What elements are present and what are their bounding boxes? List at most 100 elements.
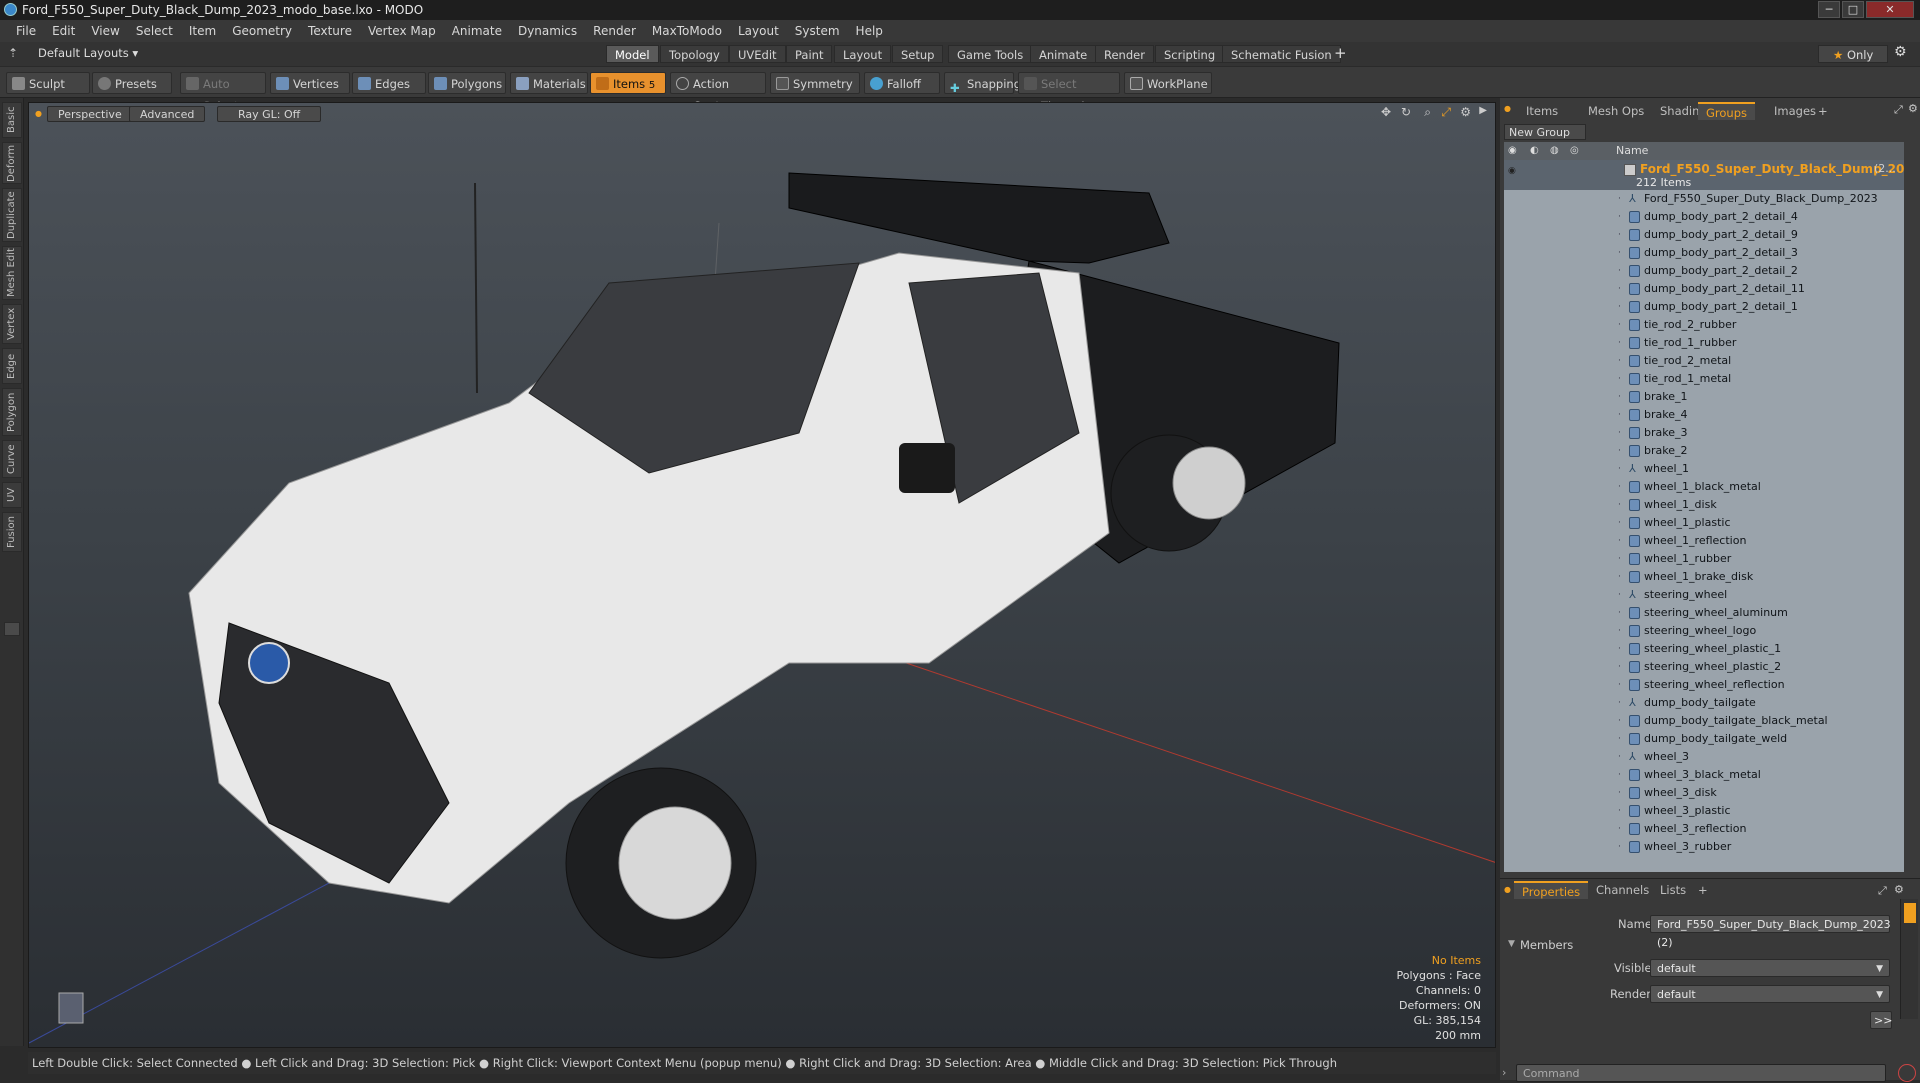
list-item[interactable]: · ⅄ wheel_1 xyxy=(1504,460,1904,478)
vtab-deform[interactable]: Deform xyxy=(2,142,22,184)
workplane-button[interactable]: WorkPlane xyxy=(1124,72,1212,94)
more-button[interactable]: >> xyxy=(1870,1011,1892,1029)
menu-item[interactable]: Item xyxy=(181,24,224,38)
list-item[interactable]: · dump_body_part_2_detail_11 xyxy=(1504,280,1904,298)
gear-icon[interactable]: ⚙ xyxy=(1894,44,1907,60)
list-item[interactable]: · wheel_1_brake_disk xyxy=(1504,568,1904,586)
group-eye-icon[interactable]: ◉ xyxy=(1508,162,1518,176)
falloff-button[interactable]: Falloff xyxy=(864,72,940,94)
action-center-button[interactable]: Action Center xyxy=(670,72,766,113)
menu-maxtomodo[interactable]: MaxToModo xyxy=(644,24,730,38)
edges-button[interactable]: Edges 2 xyxy=(352,72,426,113)
menu-edit[interactable]: Edit xyxy=(44,24,83,38)
list-item[interactable]: · tie_rod_1_rubber xyxy=(1504,334,1904,352)
menu-system[interactable]: System xyxy=(787,24,848,38)
list-item[interactable]: · steering_wheel_plastic_1 xyxy=(1504,640,1904,658)
menu-help[interactable]: Help xyxy=(848,24,891,38)
vtab-basic[interactable]: Basic xyxy=(2,102,22,138)
list-item[interactable]: · wheel_3_plastic xyxy=(1504,802,1904,820)
items-button[interactable]: Items 5 xyxy=(590,72,666,94)
list-item[interactable]: · wheel_3_disk xyxy=(1504,784,1904,802)
menu-view[interactable]: View xyxy=(83,24,127,38)
vtab-vertex[interactable]: Vertex xyxy=(2,304,22,344)
tab-lists[interactable]: Lists xyxy=(1652,881,1694,899)
list-item[interactable]: · wheel_1_rubber xyxy=(1504,550,1904,568)
group-row[interactable]: ◉ Ford_F550_Super_Duty_Black_Dump_2023 (… xyxy=(1504,160,1904,190)
tab-game-tools[interactable]: Game Tools xyxy=(948,45,1033,63)
vtab-edge[interactable]: Edge xyxy=(2,348,22,384)
menu-animate[interactable]: Animate xyxy=(444,24,510,38)
list-item[interactable]: · brake_2 xyxy=(1504,442,1904,460)
panel-menu-icon[interactable]: ● xyxy=(1504,104,1511,113)
vtab-polygon[interactable]: Polygon xyxy=(2,388,22,436)
list-item[interactable]: · brake_3 xyxy=(1504,424,1904,442)
members-collapse-icon[interactable]: ▼ xyxy=(1508,939,1515,949)
tab-items[interactable]: Items xyxy=(1518,102,1566,120)
auto-select-button[interactable]: Auto Select xyxy=(180,72,266,113)
vtab-mesh-edit[interactable]: Mesh Edit xyxy=(2,246,22,300)
list-item[interactable]: · dump_body_part_2_detail_1 xyxy=(1504,298,1904,316)
select-through-button[interactable]: Select Through xyxy=(1018,72,1120,113)
maximize-button[interactable]: □ xyxy=(1842,1,1864,18)
list-item[interactable]: · dump_body_part_2_detail_2 xyxy=(1504,262,1904,280)
visible-dropdown[interactable]: default ▼ xyxy=(1650,959,1890,977)
list-item[interactable]: · steering_wheel_reflection xyxy=(1504,676,1904,694)
tab-setup[interactable]: Setup xyxy=(892,45,944,63)
tab-schematic-fusion[interactable]: Schematic Fusion xyxy=(1222,45,1341,63)
tab-mesh-ops[interactable]: Mesh Ops xyxy=(1580,102,1652,120)
strip-toggle-button[interactable] xyxy=(4,622,20,636)
props-side-tab-active[interactable] xyxy=(1904,903,1916,923)
name-field[interactable]: Ford_F550_Super_Duty_Black_Dump_2023 (2) xyxy=(1650,915,1891,949)
list-item[interactable]: · wheel_1_disk xyxy=(1504,496,1904,514)
menu-layout[interactable]: Layout xyxy=(730,24,787,38)
list-item[interactable]: · dump_body_part_2_detail_4 xyxy=(1504,208,1904,226)
command-record-icon[interactable] xyxy=(1898,1064,1916,1082)
list-item[interactable]: · brake_4 xyxy=(1504,406,1904,424)
menu-texture[interactable]: Texture xyxy=(300,24,360,38)
render-column-icon[interactable]: ◐ xyxy=(1530,142,1539,160)
props-settings-icon[interactable]: ⚙ xyxy=(1894,883,1904,896)
polygons-button[interactable]: Polygons xyxy=(428,72,506,94)
list-item[interactable]: · dump_body_tailgate_weld xyxy=(1504,730,1904,748)
list-item[interactable]: · ⅄ steering_wheel xyxy=(1504,586,1904,604)
close-button[interactable]: ✕ xyxy=(1866,1,1914,18)
list-item[interactable]: · wheel_1_plastic xyxy=(1504,514,1904,532)
tab-properties[interactable]: Properties xyxy=(1514,881,1589,899)
props-expand-icon[interactable]: ⤢ xyxy=(1878,884,1887,898)
lock-column-icon[interactable]: ◍ xyxy=(1550,142,1559,160)
list-item[interactable]: · wheel_1_reflection xyxy=(1504,532,1904,550)
panel-expand-icon[interactable]: ⤢ xyxy=(1894,103,1903,117)
list-item[interactable]: · steering_wheel_plastic_2 xyxy=(1504,658,1904,676)
menu-geometry[interactable]: Geometry xyxy=(224,24,300,38)
menu-render[interactable]: Render xyxy=(585,24,644,38)
list-item[interactable]: · brake_1 xyxy=(1504,388,1904,406)
tab-model[interactable]: Model xyxy=(606,45,659,63)
sculpt-button[interactable]: Sculpt xyxy=(6,72,90,94)
props-menu-icon[interactable]: ● xyxy=(1504,885,1511,894)
tab-uvedit[interactable]: UVEdit xyxy=(729,45,786,63)
vtab-uv[interactable]: UV xyxy=(2,482,22,508)
snapping-button[interactable]: ✚ Snapping xyxy=(944,72,1021,95)
new-group-button[interactable]: New Group xyxy=(1504,124,1586,140)
tab-paint[interactable]: Paint xyxy=(786,45,833,63)
list-item[interactable]: · steering_wheel_aluminum xyxy=(1504,604,1904,622)
list-item[interactable]: · wheel_3_black_metal xyxy=(1504,766,1904,784)
minimize-button[interactable]: ─ xyxy=(1818,1,1840,18)
presets-button[interactable]: Presets F6 xyxy=(92,72,172,113)
render-dropdown[interactable]: default ▼ xyxy=(1650,985,1890,1003)
3d-viewport[interactable]: ● Perspective Advanced Ray GL: Off ✥ ↻ ⌕… xyxy=(28,102,1496,1048)
layout-selector[interactable]: Default Layouts ▾ xyxy=(38,46,138,60)
vtab-fusion[interactable]: Fusion xyxy=(2,512,22,552)
only-toggle[interactable]: ★ Only xyxy=(1818,45,1888,63)
list-item[interactable]: · tie_rod_2_rubber xyxy=(1504,316,1904,334)
menu-select[interactable]: Select xyxy=(128,24,181,38)
materials-button[interactable]: Materials xyxy=(510,72,588,94)
vtab-curve[interactable]: Curve xyxy=(2,440,22,478)
tab-scripting[interactable]: Scripting xyxy=(1155,45,1225,63)
vtab-duplicate[interactable]: Duplicate xyxy=(2,188,22,242)
add-tab-button[interactable]: + xyxy=(1334,44,1347,62)
vertices-button[interactable]: Vertices 1 xyxy=(270,72,350,113)
tab-groups[interactable]: Groups xyxy=(1698,102,1756,120)
list-item[interactable]: · wheel_3_rubber xyxy=(1504,838,1904,856)
list-item[interactable]: · dump_body_part_2_detail_3 xyxy=(1504,244,1904,262)
